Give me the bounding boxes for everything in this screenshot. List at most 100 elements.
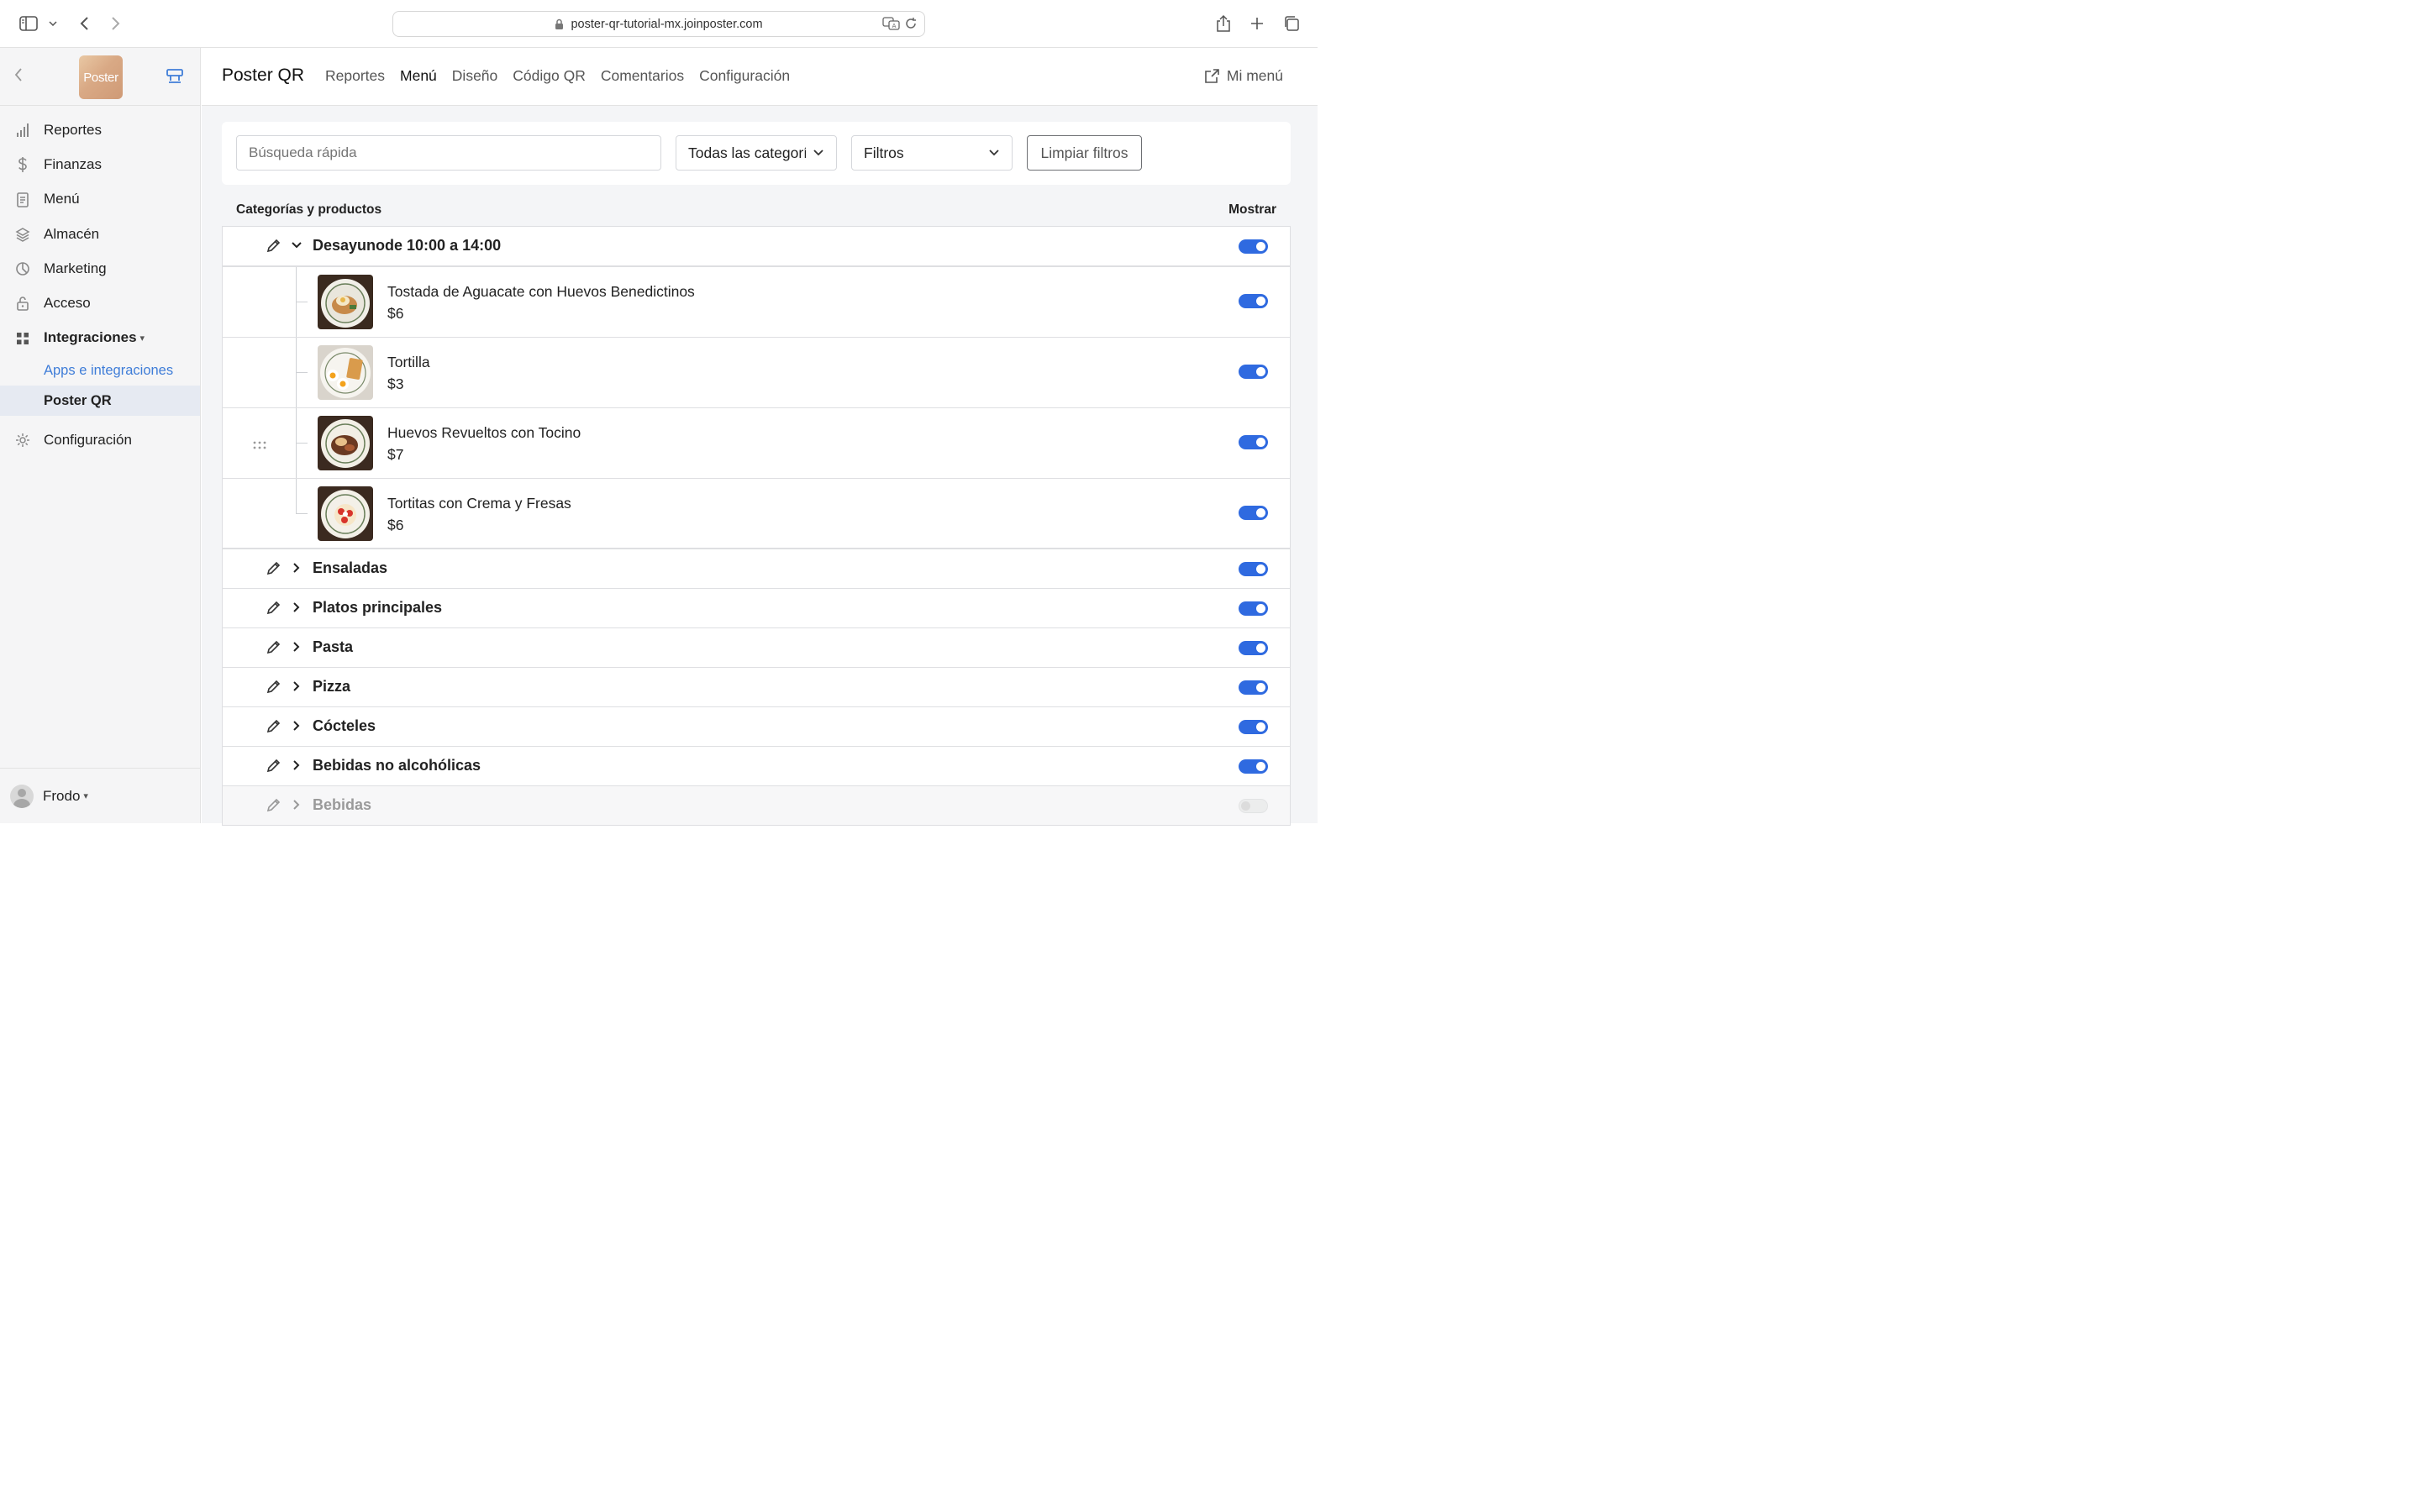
visibility-toggle[interactable]	[1239, 680, 1268, 695]
tab-menu[interactable]: Menú	[400, 67, 437, 85]
product-row[interactable]: Huevos Revueltos con Tocino $7	[223, 408, 1290, 479]
product-price: $7	[387, 446, 404, 463]
visibility-toggle[interactable]	[1239, 562, 1268, 576]
visibility-toggle[interactable]	[1239, 759, 1268, 774]
sidebar-item-marketing[interactable]: Marketing	[0, 251, 200, 286]
page-title: Poster QR	[222, 66, 305, 85]
chevron-right-icon[interactable]	[291, 601, 302, 617]
avatar	[10, 784, 34, 808]
tree-line	[296, 513, 308, 514]
my-menu-link[interactable]: Mi menú	[1204, 67, 1283, 85]
pencil-icon[interactable]	[266, 679, 281, 699]
pencil-icon[interactable]	[266, 718, 281, 738]
tab-codigo-qr[interactable]: Código QR	[513, 67, 586, 85]
sidebar-item-configuracion[interactable]: Configuración	[0, 423, 200, 457]
visibility-toggle[interactable]	[1239, 506, 1268, 520]
category-row[interactable]: Pasta	[223, 628, 1290, 668]
browser-toolbar: poster-qr-tutorial-mx.joinposter.com A	[0, 0, 1318, 48]
chevron-right-icon[interactable]	[291, 759, 302, 775]
tab-diseno[interactable]: Diseño	[452, 67, 497, 85]
search-input[interactable]	[236, 135, 661, 171]
my-menu-label: Mi menú	[1226, 67, 1283, 84]
sidebar-nav: Reportes Finanzas Menú Almacén Marketing	[0, 106, 200, 457]
chevron-right-icon[interactable]	[291, 799, 302, 815]
category-row[interactable]: Cócteles	[223, 707, 1290, 747]
sidebar-subitem-poster-qr[interactable]: Poster QR	[0, 386, 200, 417]
sidebar-item-finanzas[interactable]: Finanzas	[0, 147, 200, 181]
tab-configuracion[interactable]: Configuración	[699, 67, 790, 85]
pencil-icon[interactable]	[266, 600, 281, 620]
visibility-toggle[interactable]	[1239, 294, 1268, 308]
chevron-down-icon[interactable]	[47, 12, 59, 35]
sidebar-toggle-icon[interactable]	[18, 12, 39, 35]
sidebar-item-reportes[interactable]: Reportes	[0, 113, 200, 147]
chevron-down-icon	[813, 150, 823, 156]
category-select[interactable]: Todas las categorías	[676, 135, 837, 171]
visibility-toggle[interactable]	[1239, 365, 1268, 379]
pencil-icon[interactable]	[266, 797, 281, 817]
product-row[interactable]: Tostada de Aguacate con Huevos Benedicti…	[223, 267, 1290, 338]
top-tabs: Reportes Menú Diseño Código QR Comentari…	[325, 67, 790, 85]
product-name: Tortitas con Crema y Fresas	[387, 495, 571, 512]
category-row[interactable]: Ensaladas	[223, 549, 1290, 589]
svg-text:A: A	[892, 23, 897, 29]
dollar-icon	[14, 156, 31, 173]
tab-comentarios[interactable]: Comentarios	[601, 67, 684, 85]
poster-logo[interactable]: Poster	[79, 55, 123, 99]
visibility-toggle[interactable]	[1239, 641, 1268, 655]
translate-icon[interactable]: A	[882, 17, 901, 34]
tab-reportes[interactable]: Reportes	[325, 67, 385, 85]
sidebar-item-integraciones[interactable]: Integraciones ▾	[0, 321, 200, 355]
category-row[interactable]: Pizza	[223, 668, 1290, 707]
app-header: Poster QR Reportes Menú Diseño Código QR…	[202, 48, 1318, 106]
chevron-right-icon[interactable]	[291, 562, 302, 578]
reload-icon[interactable]	[904, 17, 918, 34]
pencil-icon[interactable]	[266, 238, 281, 258]
visibility-toggle[interactable]	[1239, 239, 1268, 254]
clear-filters-button[interactable]: Limpiar filtros	[1027, 135, 1142, 171]
product-row[interactable]: Tortilla $3	[223, 338, 1290, 408]
document-icon	[14, 192, 31, 208]
pencil-icon[interactable]	[266, 758, 281, 778]
category-name: Pasta	[313, 638, 354, 655]
forward-icon[interactable]	[108, 12, 124, 35]
tree-line	[296, 479, 297, 513]
chevron-right-icon[interactable]	[291, 641, 302, 657]
pos-terminal-icon[interactable]	[166, 68, 184, 89]
filters-select[interactable]: Filtros	[851, 135, 1013, 171]
sidebar-item-almacen[interactable]: Almacén	[0, 217, 200, 251]
sidebar-item-acceso[interactable]: Acceso	[0, 286, 200, 320]
sidebar-subitem-apps[interactable]: Apps e integraciones	[0, 355, 200, 386]
sidebar-header: Poster	[0, 48, 200, 106]
visibility-toggle[interactable]	[1239, 720, 1268, 734]
visibility-toggle[interactable]	[1239, 435, 1268, 449]
share-icon[interactable]	[1215, 12, 1232, 35]
address-bar[interactable]: poster-qr-tutorial-mx.joinposter.com A	[392, 11, 925, 37]
pie-icon	[14, 260, 31, 277]
category-row[interactable]: Bebidas	[223, 786, 1290, 826]
pencil-icon[interactable]	[266, 639, 281, 659]
collapse-sidebar-icon[interactable]	[13, 66, 24, 87]
user-menu[interactable]: Frodo ▾	[0, 768, 200, 823]
category-row[interactable]: Desayunode 10:00 a 14:00	[223, 227, 1290, 267]
category-row[interactable]: Platos principales	[223, 589, 1290, 628]
sidebar-item-menu[interactable]: Menú	[0, 182, 200, 217]
pencil-icon[interactable]	[266, 560, 281, 580]
product-row[interactable]: Tortitas con Crema y Fresas $6	[223, 479, 1290, 549]
category-row[interactable]: Bebidas no alcohólicas	[223, 747, 1290, 786]
list-title: Categorías y productos	[236, 202, 382, 217]
chevron-down-icon[interactable]	[291, 239, 302, 255]
drag-handle-icon[interactable]	[253, 438, 266, 454]
visibility-toggle[interactable]	[1239, 601, 1268, 616]
product-name: Tostada de Aguacate con Huevos Benedicti…	[387, 283, 695, 300]
chevron-right-icon[interactable]	[291, 720, 302, 736]
product-image	[318, 486, 373, 541]
user-name: Frodo	[43, 787, 81, 804]
tree-line	[296, 443, 308, 444]
chevron-right-icon[interactable]	[291, 680, 302, 696]
sidebar-item-label: Almacén	[44, 225, 100, 242]
new-tab-icon[interactable]	[1249, 12, 1265, 35]
tabs-overview-icon[interactable]	[1282, 12, 1301, 35]
back-icon[interactable]	[76, 12, 92, 35]
visibility-toggle[interactable]	[1239, 799, 1268, 813]
